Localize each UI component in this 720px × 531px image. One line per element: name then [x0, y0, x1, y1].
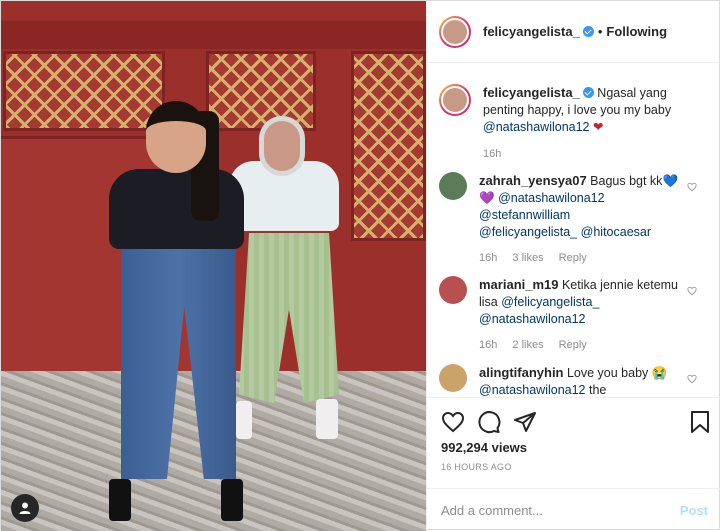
comment-likes[interactable]: 3 likes [512, 252, 543, 264]
reply-button[interactable]: Reply [559, 339, 587, 351]
post-dialog: felicyangelista_ • Following felicyangel… [0, 0, 720, 531]
comment-time: 16h [479, 339, 498, 351]
mention-link[interactable]: @natashawilona12 [483, 120, 590, 134]
heart-emoji: ❤ [593, 120, 604, 134]
share-icon[interactable] [513, 410, 537, 434]
caption: felicyangelista_ Ngasal yang penting hap… [439, 84, 717, 163]
dancer-2-shoe [316, 399, 338, 439]
emoji: 💜 [479, 191, 495, 205]
caption-username[interactable]: felicyangelista_ [483, 85, 580, 100]
comment-time: 16h [479, 252, 498, 264]
mention-link[interactable]: @natashawilona12 [498, 191, 605, 205]
mention-link[interactable]: @natashawilona12 [479, 383, 586, 397]
comment-username[interactable]: mariani_m19 [479, 277, 559, 292]
comment-text: Bagus bgt kk [586, 174, 663, 188]
dancer-1-head [146, 101, 206, 173]
mention-link[interactable]: @felicyangelista_ [501, 295, 599, 309]
add-comment-bar: Post [427, 488, 720, 531]
dancer-2-head [259, 116, 305, 176]
tagged-user-icon[interactable] [11, 494, 39, 522]
bookmark-icon[interactable] [689, 410, 711, 434]
comment-text-tail: the [585, 383, 607, 397]
comment-item: mariani_m19 Ketika jennie ketemu lisa @f… [439, 276, 717, 354]
comments-list[interactable]: felicyangelista_ Ngasal yang penting hap… [427, 64, 720, 397]
comment-text: Love you baby [563, 366, 652, 380]
post-sidebar: felicyangelista_ • Following felicyangel… [426, 1, 720, 531]
dancer-2-shoe [236, 401, 252, 439]
comment-username[interactable]: alingtifanyhin [479, 365, 564, 380]
like-heart-icon[interactable] [441, 410, 465, 434]
emoji: 💙 [662, 174, 679, 188]
dancer-1-shoe [221, 479, 243, 521]
mention-link[interactable]: @hitocaesar [581, 225, 651, 239]
lattice-panel [351, 51, 426, 241]
comment-likes[interactable]: 2 likes [512, 339, 543, 351]
comment-item: alingtifanyhin Love you baby 😭 @natashaw… [439, 364, 717, 397]
lattice-panel [3, 51, 165, 131]
verified-icon [582, 26, 594, 37]
commenter-avatar[interactable] [439, 364, 467, 392]
author-avatar[interactable] [439, 15, 471, 48]
verified-icon [582, 87, 594, 98]
post-video[interactable] [1, 1, 426, 531]
like-comment-icon[interactable] [687, 286, 697, 296]
lattice-panel [206, 51, 316, 131]
mention-link[interactable]: @natashawilona12 [479, 312, 586, 326]
author-username[interactable]: felicyangelista_ [483, 24, 580, 39]
user-icon [19, 502, 31, 514]
separator-dot: • [597, 24, 603, 39]
following-button[interactable]: Following [606, 24, 667, 39]
caption-time: 16h [483, 148, 502, 160]
comment-input[interactable] [441, 502, 680, 518]
wall-beam [1, 21, 426, 49]
post-actions: 992,294 views 16 HOURS AGO [427, 397, 720, 491]
comment-item: zahrah_yensya07 Bagus bgt kk💙 💜 @natasha… [439, 172, 717, 267]
caption-avatar[interactable] [439, 84, 471, 116]
comment-icon[interactable] [477, 410, 501, 434]
like-comment-icon[interactable] [687, 182, 697, 192]
dancer-1-shoe [109, 479, 131, 521]
post-timestamp: 16 HOURS AGO [441, 462, 512, 472]
comment-username[interactable]: zahrah_yensya07 [479, 173, 587, 188]
post-header: felicyangelista_ • Following [427, 1, 720, 63]
mention-link[interactable]: @felicyangelista_ [479, 225, 577, 239]
commenter-avatar[interactable] [439, 172, 467, 200]
mention-link[interactable]: @stefannwilliam [479, 208, 570, 222]
post-comment-button[interactable]: Post [680, 503, 708, 518]
view-count[interactable]: 992,294 views [441, 440, 527, 455]
reply-button[interactable]: Reply [559, 252, 587, 264]
like-comment-icon[interactable] [687, 374, 697, 384]
emoji: 😭 [651, 366, 668, 380]
commenter-avatar[interactable] [439, 276, 467, 304]
dancer-1-top [109, 169, 244, 249]
